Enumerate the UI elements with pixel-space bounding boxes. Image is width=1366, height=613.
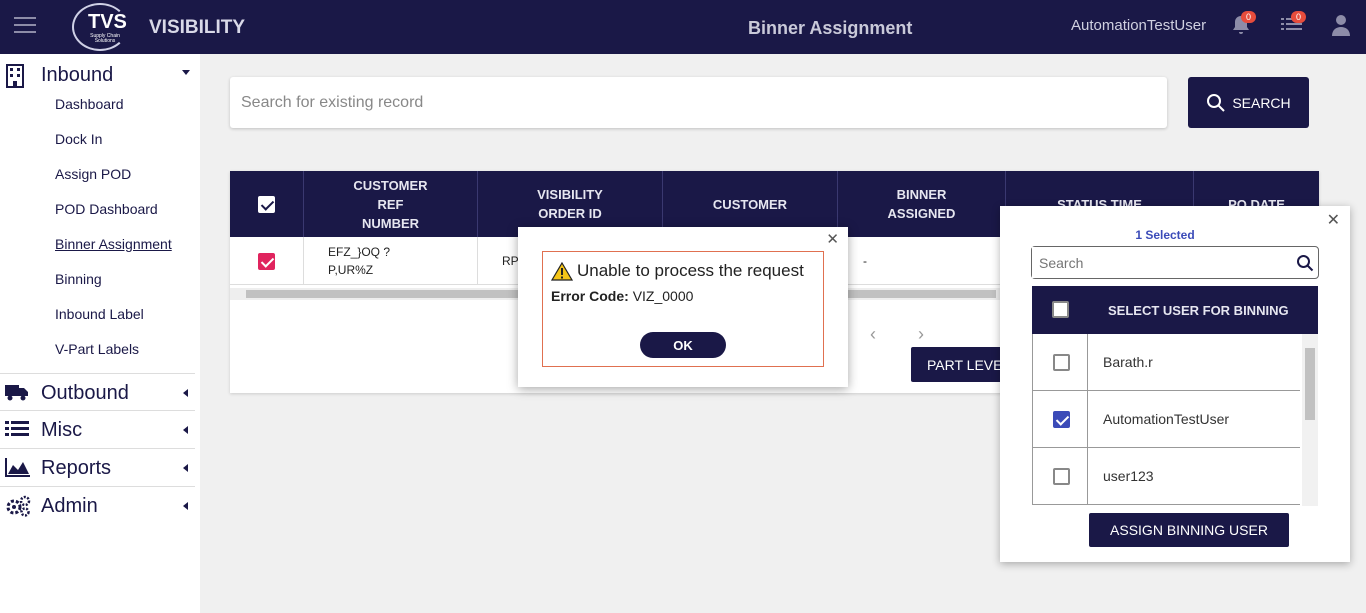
error-code-line: Error Code: VIZ_0000 (551, 288, 693, 304)
error-dialog: ✕ Unable to process the request Error Co… (518, 227, 848, 387)
list-icon (5, 419, 29, 441)
chevron-left-icon (183, 389, 188, 397)
sidebar-item-dock-in[interactable]: Dock In (55, 131, 102, 147)
logo-text: TVS (88, 11, 127, 33)
ok-button[interactable]: OK (640, 332, 726, 358)
tvs-logo: TVS Supply Chain Solutions (72, 3, 128, 51)
user-checkbox-cell (1033, 448, 1088, 505)
user-table-title: SELECT USER FOR BINNING (1108, 303, 1289, 318)
chevron-left-icon (183, 464, 188, 472)
prev-page-icon[interactable]: ‹ (870, 324, 876, 345)
user-checkbox-cell (1033, 391, 1088, 448)
sidebar-item-v-part-labels[interactable]: V-Part Labels (55, 341, 139, 357)
nav-group-admin[interactable]: Admin (0, 487, 195, 525)
error-title-row: Unable to process the request (551, 261, 804, 281)
scrollbar-thumb[interactable] (1305, 348, 1315, 420)
chevron-left-icon (183, 426, 188, 434)
user-row-automationtestuser[interactable]: AutomationTestUser (1032, 391, 1300, 448)
select-all-users-checkbox[interactable] (1052, 301, 1069, 318)
panel-close-icon[interactable]: ✕ (1327, 210, 1340, 230)
notifications-bell-icon[interactable]: 0 (1231, 11, 1257, 41)
search-button[interactable]: SEARCH (1188, 77, 1309, 128)
error-code-value: VIZ_0000 (632, 288, 694, 304)
truck-icon (5, 382, 29, 404)
col-customer-ref[interactable]: CUSTOMER REF NUMBER (304, 171, 478, 237)
sidebar: Inbound Dashboard Dock In Assign POD POD… (0, 54, 200, 613)
dialog-close-icon[interactable]: ✕ (826, 230, 839, 248)
search-icon[interactable] (1296, 254, 1314, 272)
cell-binner-assigned: - (863, 254, 867, 268)
user-name: AutomationTestUser (1103, 411, 1230, 427)
sidebar-item-dashboard[interactable]: Dashboard (55, 96, 124, 112)
row-checkbox[interactable] (258, 252, 275, 270)
gears-icon (5, 495, 31, 517)
nav-label-outbound: Outbound (41, 382, 129, 404)
nav-label-reports: Reports (41, 457, 112, 479)
col-binner-assigned[interactable]: BINNER ASSIGNED (838, 171, 1006, 237)
logo-subtext: Supply Chain Solutions (90, 33, 120, 44)
user-checkbox[interactable] (1053, 354, 1070, 371)
username[interactable]: AutomationTestUser (1071, 17, 1206, 34)
notifications-badge: 0 (1241, 11, 1257, 23)
nav-group-inbound[interactable]: Inbound (0, 56, 195, 94)
nav-group-reports[interactable]: Reports (0, 449, 195, 487)
record-search-box (230, 77, 1167, 128)
task-list-icon[interactable]: 0 (1281, 11, 1307, 39)
nav-label-misc: Misc (41, 419, 83, 441)
top-header: TVS Supply Chain Solutions VISIBILITY Bi… (0, 0, 1366, 54)
building-icon (5, 64, 29, 88)
user-checkbox-cell (1033, 334, 1088, 391)
user-name: user123 (1103, 468, 1154, 484)
nav-label-inbound: Inbound (41, 64, 114, 86)
search-button-label: SEARCH (1232, 94, 1291, 111)
record-search-input[interactable] (230, 77, 1167, 128)
next-page-icon[interactable]: › (918, 324, 924, 345)
user-avatar-icon[interactable] (1332, 14, 1350, 41)
user-row-user123[interactable]: user123 (1032, 448, 1300, 505)
nav-group-misc[interactable]: Misc (0, 411, 195, 449)
error-dialog-body: Unable to process the request Error Code… (542, 251, 824, 367)
user-row-barath[interactable]: Barath.r (1032, 334, 1300, 391)
user-list-scrollbar[interactable] (1302, 334, 1318, 506)
nav-label-admin: Admin (41, 495, 98, 517)
row-select-cell (230, 237, 304, 285)
select-all-checkbox[interactable] (258, 195, 275, 213)
user-checkbox[interactable] (1053, 411, 1070, 428)
sidebar-item-pod-dashboard[interactable]: POD Dashboard (55, 201, 158, 217)
warning-icon (551, 261, 573, 281)
sidebar-item-binner-assignment[interactable]: Binner Assignment (55, 236, 172, 252)
error-title: Unable to process the request (577, 261, 804, 280)
chevron-down-icon (182, 70, 190, 75)
user-search-input[interactable] (1032, 247, 1282, 278)
selected-count: 1 Selected (1135, 228, 1195, 242)
cell-customer-ref: EFZ_}OQ ? P,UR%Z (304, 237, 478, 285)
chevron-left-icon (183, 502, 188, 510)
sidebar-item-binning[interactable]: Binning (55, 271, 102, 287)
error-code-label: Error Code: (551, 288, 629, 304)
user-checkbox[interactable] (1053, 468, 1070, 485)
app-name: VISIBILITY (149, 17, 246, 38)
user-name: Barath.r (1103, 354, 1153, 370)
tasks-badge: 0 (1291, 11, 1307, 23)
binning-user-panel: ✕ 1 Selected SELECT USER FOR BINNING Bar… (1000, 206, 1350, 562)
area-chart-icon (5, 457, 30, 479)
assign-binning-user-button[interactable]: ASSIGN BINNING USER (1089, 513, 1289, 547)
search-icon (1207, 93, 1226, 112)
sidebar-item-assign-pod[interactable]: Assign POD (55, 166, 131, 182)
select-all-cell (230, 171, 304, 237)
sidebar-item-inbound-label[interactable]: Inbound Label (55, 306, 144, 322)
nav-group-outbound[interactable]: Outbound (0, 373, 195, 411)
user-table: SELECT USER FOR BINNING Barath.r Automat… (1032, 286, 1318, 506)
page-title: Binner Assignment (748, 18, 913, 38)
user-search-box (1031, 246, 1319, 279)
user-table-header: SELECT USER FOR BINNING (1032, 286, 1318, 334)
hamburger-menu-icon[interactable] (14, 17, 36, 35)
